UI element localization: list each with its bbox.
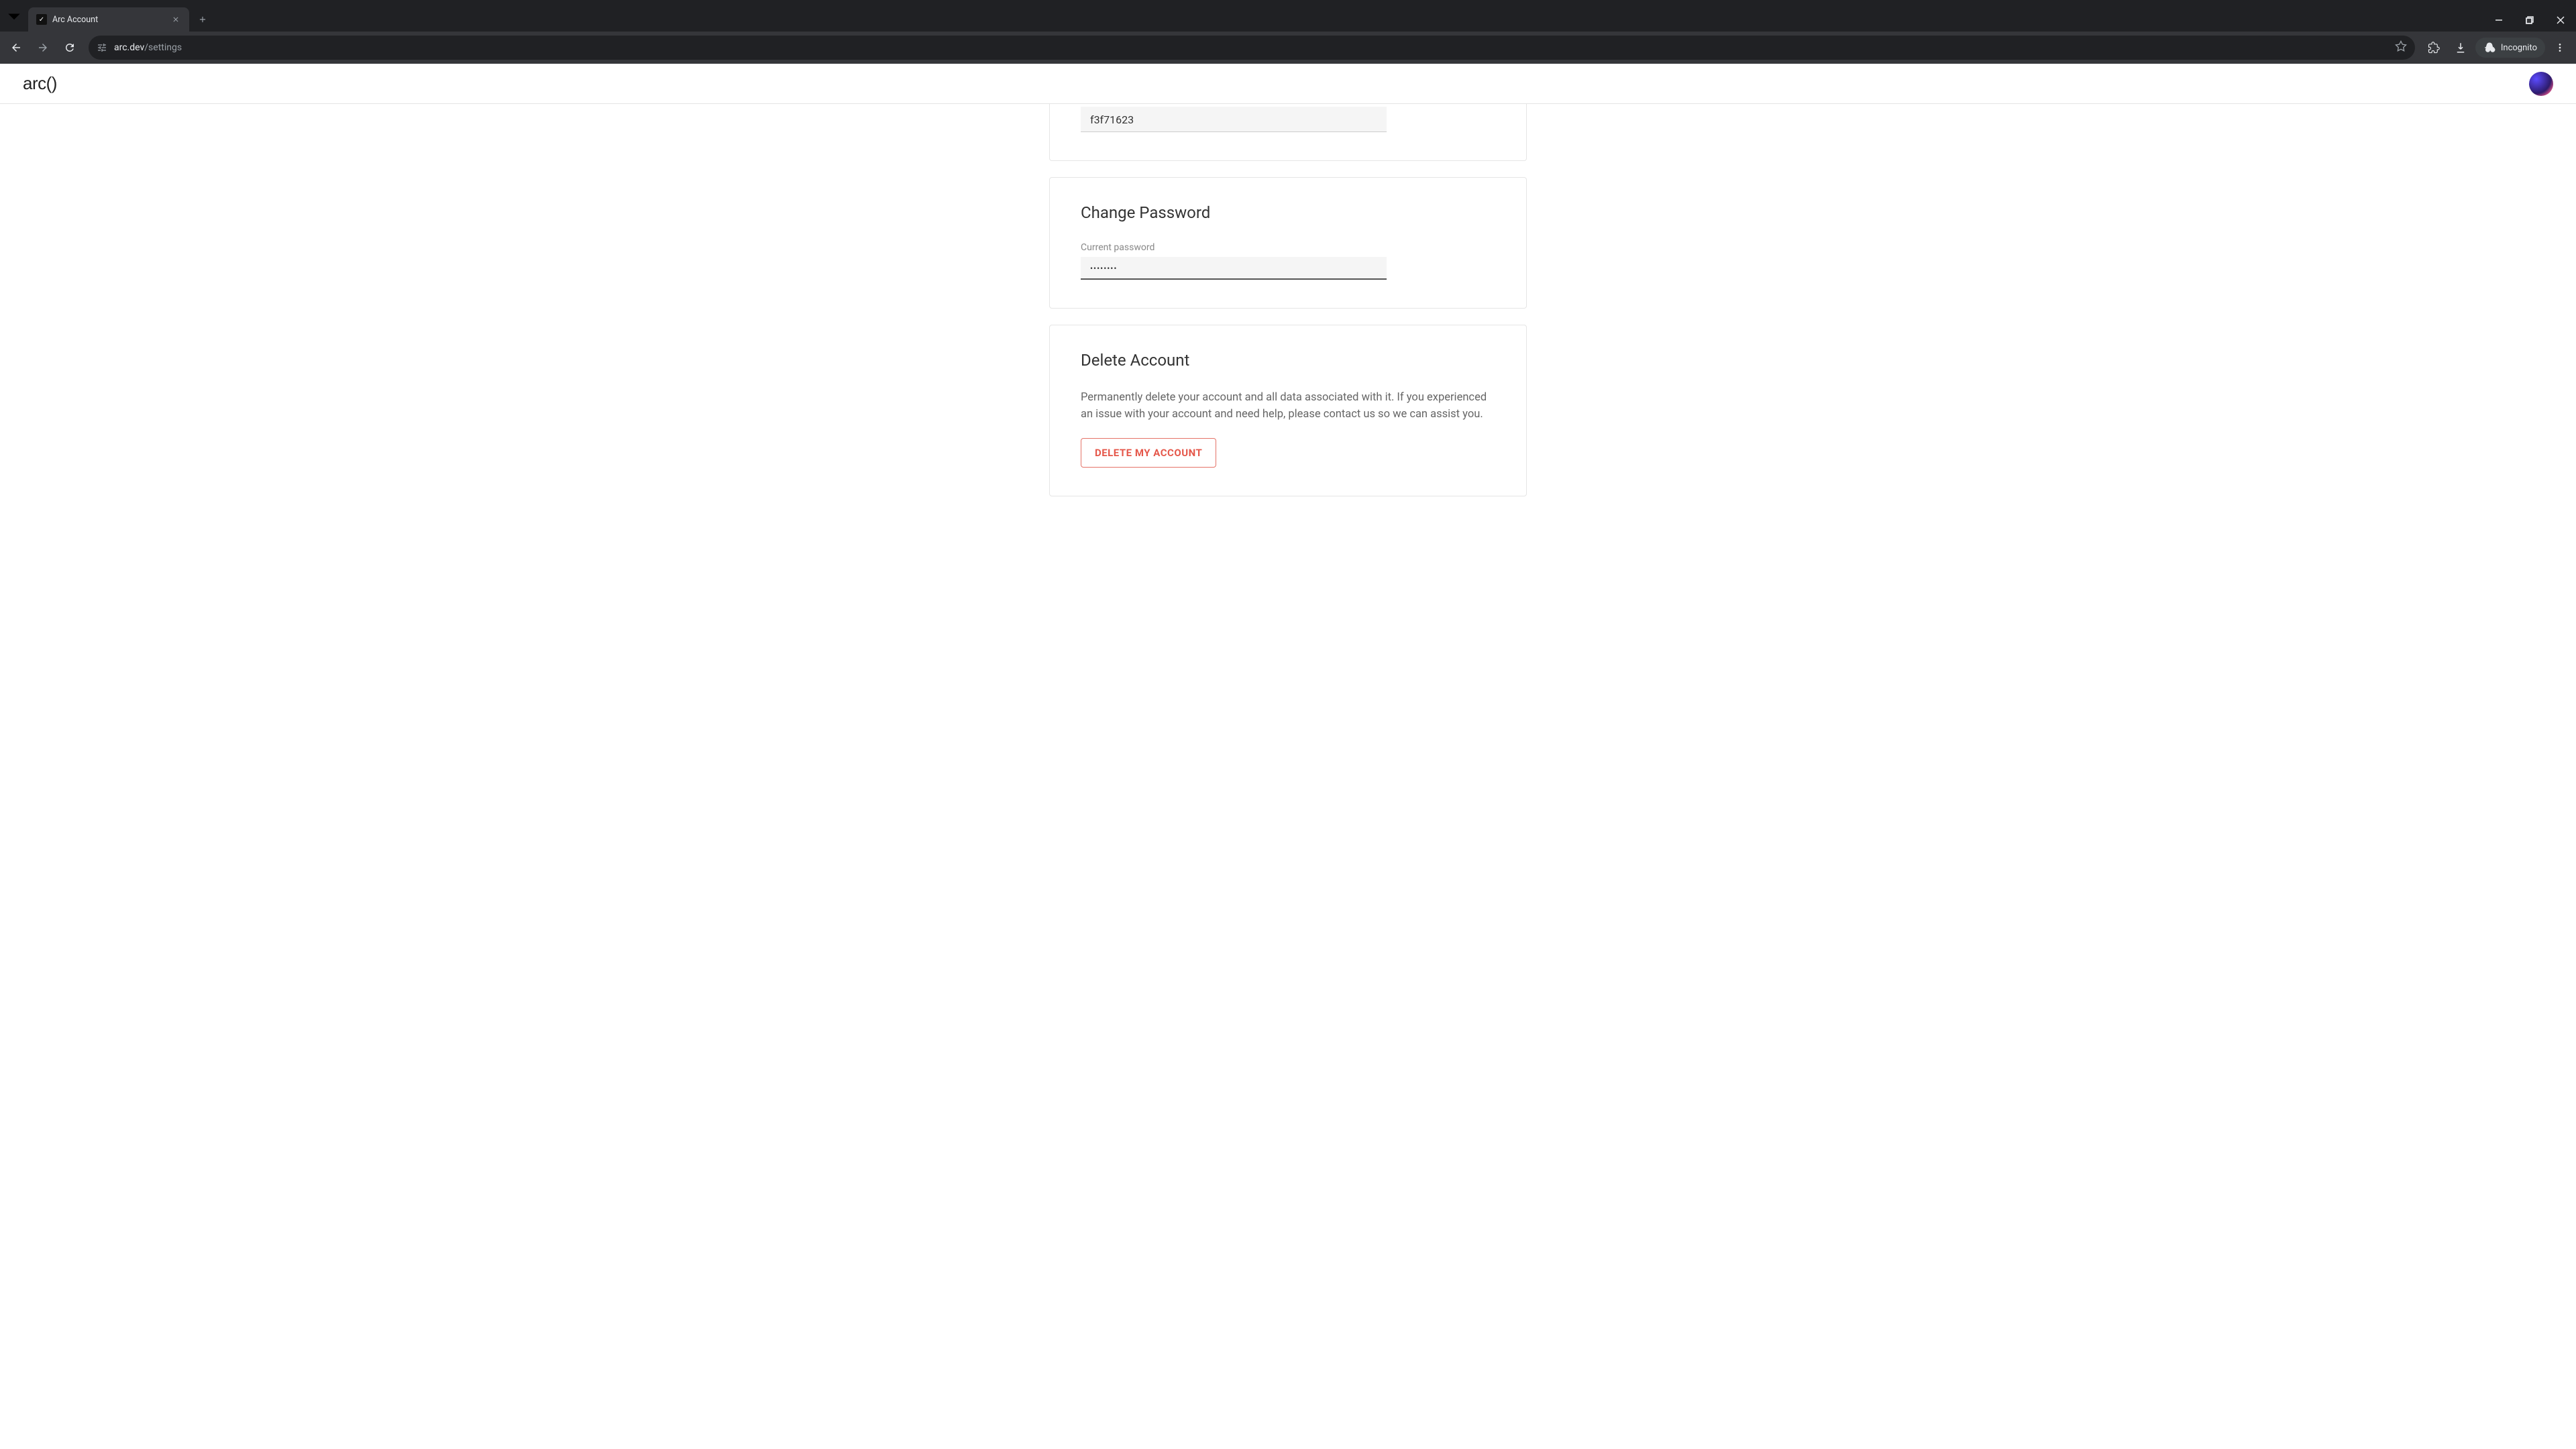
- back-button[interactable]: [4, 36, 28, 60]
- reload-icon: [64, 42, 76, 54]
- close-icon: [2557, 16, 2565, 24]
- browser-menu-button[interactable]: [2548, 36, 2572, 60]
- tab-search-button[interactable]: [0, 0, 28, 32]
- new-tab-button[interactable]: [193, 10, 212, 29]
- site-info-button[interactable]: [97, 42, 107, 53]
- user-avatar[interactable]: [2529, 72, 2553, 96]
- current-password-input[interactable]: [1081, 257, 1387, 280]
- chevron-down-icon: [0, 2, 28, 30]
- site-logo[interactable]: arc(): [23, 73, 57, 94]
- change-password-card: Change Password Current password: [1049, 177, 1527, 309]
- tune-icon: [97, 42, 107, 53]
- browser-tab-strip: ✓ Arc Account: [0, 0, 2576, 32]
- incognito-badge[interactable]: Incognito: [2475, 38, 2545, 58]
- download-icon: [2455, 42, 2467, 54]
- close-window-button[interactable]: [2545, 9, 2576, 32]
- tab-title: Arc Account: [52, 15, 165, 25]
- plus-icon: [198, 15, 207, 24]
- page-viewport[interactable]: arc() Username Change Password Current p…: [0, 64, 2576, 1449]
- incognito-icon: [2483, 42, 2496, 54]
- arrow-left-icon: [10, 42, 22, 54]
- bookmark-button[interactable]: [2395, 40, 2407, 55]
- browser-toolbar: arc.dev/settings Incognito: [0, 32, 2576, 64]
- current-password-label: Current password: [1081, 242, 1495, 253]
- settings-content: Username Change Password Current passwor…: [1049, 104, 1527, 513]
- delete-account-description: Permanently delete your account and all …: [1081, 390, 1495, 423]
- close-icon: [172, 15, 180, 23]
- arrow-right-icon: [37, 42, 49, 54]
- minimize-icon: [2495, 16, 2503, 24]
- maximize-icon: [2526, 16, 2534, 24]
- extensions-button[interactable]: [2422, 36, 2446, 60]
- star-icon: [2395, 40, 2407, 52]
- browser-tab[interactable]: ✓ Arc Account: [28, 7, 189, 32]
- dots-vertical-icon: [2555, 42, 2565, 53]
- tab-close-button[interactable]: [170, 14, 181, 25]
- site-header: arc(): [0, 64, 2576, 104]
- reload-button[interactable]: [58, 36, 82, 60]
- delete-account-button[interactable]: DELETE MY ACCOUNT: [1081, 438, 1216, 468]
- tab-favicon-icon: ✓: [36, 14, 47, 25]
- delete-account-card: Delete Account Permanently delete your a…: [1049, 325, 1527, 496]
- delete-account-title: Delete Account: [1081, 351, 1495, 370]
- incognito-label: Incognito: [2501, 43, 2537, 53]
- username-input[interactable]: [1081, 107, 1387, 132]
- window-controls: [2483, 9, 2576, 32]
- address-bar[interactable]: arc.dev/settings: [89, 36, 2415, 60]
- downloads-button[interactable]: [2449, 36, 2473, 60]
- forward-button[interactable]: [31, 36, 55, 60]
- minimize-button[interactable]: [2483, 9, 2514, 32]
- maximize-button[interactable]: [2514, 9, 2545, 32]
- url-text: arc.dev/settings: [114, 42, 182, 53]
- change-password-title: Change Password: [1081, 203, 1495, 222]
- extension-icon: [2428, 42, 2440, 54]
